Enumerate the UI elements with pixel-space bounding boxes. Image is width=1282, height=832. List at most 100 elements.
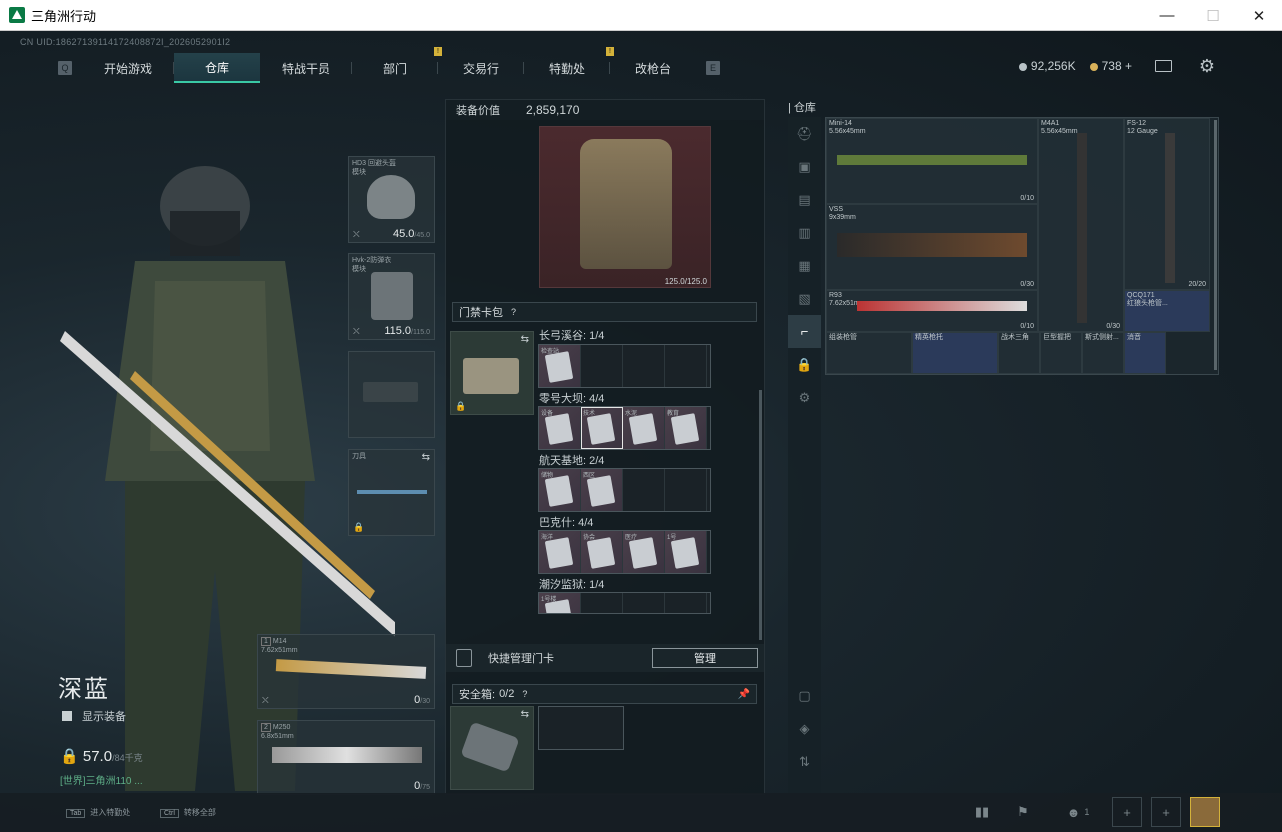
- keycard-row[interactable]: 设备 技术 水泥 教育: [538, 406, 711, 450]
- keycard-row[interactable]: 1号楼: [538, 592, 711, 614]
- nav-right-key[interactable]: E: [706, 61, 721, 75]
- knife-icon: [357, 490, 427, 494]
- stats-icon[interactable]: ▮▮: [967, 797, 997, 827]
- r93-icon: [857, 301, 1027, 311]
- tab-special-ops[interactable]: 特勤处!: [524, 47, 615, 83]
- coin-balance[interactable]: 92,256K: [1018, 59, 1076, 73]
- title-bar: 三角洲行动 — ☐ ✕: [0, 0, 1282, 31]
- add-teammate-button[interactable]: +: [1151, 797, 1181, 827]
- m4a1-icon: [1077, 133, 1087, 323]
- body-armor-item[interactable]: 125.0/125.0: [539, 126, 711, 288]
- weapon-item[interactable]: VSS 9x39mm 0/30: [826, 204, 1038, 290]
- attachment-item[interactable]: 组装枪管: [826, 332, 912, 374]
- mail-icon[interactable]: [1155, 60, 1172, 72]
- attachment-item[interactable]: 战术三角: [998, 332, 1040, 374]
- checkbox[interactable]: [62, 711, 72, 721]
- repair-icon: ⛌: [262, 695, 269, 705]
- scrollbar[interactable]: [1214, 120, 1217, 370]
- minimize-button[interactable]: —: [1144, 0, 1190, 31]
- safebox-icon: [460, 721, 520, 773]
- show-equipment-toggle[interactable]: 显示装备: [62, 708, 126, 724]
- weapon-item[interactable]: FS-12 12 Gauge 20/20: [1124, 118, 1210, 290]
- hint-special-ops[interactable]: Tab 进入特勤处: [66, 807, 130, 818]
- settings-filter-icon[interactable]: ⚙: [788, 381, 821, 414]
- weapon-item[interactable]: R93 7.62x51mm 0/10: [826, 290, 1038, 332]
- keycard-icon: [456, 649, 472, 667]
- warehouse-title: | 仓库: [788, 102, 816, 114]
- attachment-item[interactable]: 精英枪托: [912, 332, 998, 374]
- mini14-icon: [837, 155, 1027, 165]
- backpack-filter-icon[interactable]: ▤: [788, 183, 821, 216]
- attachment-item[interactable]: 斯式侧射...: [1082, 332, 1124, 374]
- attachment-item[interactable]: 巨型握把: [1040, 332, 1082, 374]
- swap-icon[interactable]: ⇆: [521, 709, 529, 720]
- scrollbar[interactable]: [759, 390, 762, 640]
- safebox-item[interactable]: ⇆: [450, 706, 534, 790]
- hint-transfer-all[interactable]: Ctrl 转移全部: [160, 807, 216, 818]
- currency-display: 92,256K 738 +: [1018, 59, 1132, 73]
- warehouse-sidebar: ⛑ ▣ ▤ ▥ ▦ ▧ ⌐ 🔒 ⚙ ▢ ◈ ⇅: [788, 117, 821, 795]
- settings-gear-icon[interactable]: ⚙: [1199, 56, 1215, 77]
- safebox-header: 安全箱: 0/2 ? 📌: [452, 684, 757, 704]
- helmet-slot[interactable]: HD3 回避头盔 模块 ⛌ 45.0/45.0: [348, 156, 435, 243]
- weapon-item[interactable]: QCQ171 红狼头枪管...: [1124, 290, 1210, 332]
- ticket-balance[interactable]: 738 +: [1089, 59, 1132, 73]
- close-button[interactable]: ✕: [1236, 0, 1282, 31]
- armor-filter-icon[interactable]: ▣: [788, 150, 821, 183]
- armor-slot[interactable]: Hvk-2防弹衣 模块 ⛌ 115.0/115.0: [348, 253, 435, 340]
- flag-icon[interactable]: ⚑: [1008, 797, 1038, 827]
- manage-button[interactable]: 管理: [652, 648, 758, 668]
- keycard-row[interactable]: 海洋 协会 医疗 1号: [538, 530, 711, 574]
- uid-text: CN UID:18627139114172408872I_2026052901I…: [20, 37, 231, 47]
- collection-icon[interactable]: ▢: [788, 679, 821, 712]
- tab-warehouse[interactable]: 仓库: [174, 53, 261, 83]
- tab-trade[interactable]: 交易行: [438, 53, 525, 83]
- sort-icon[interactable]: ⇅: [788, 745, 821, 778]
- maximize-button[interactable]: ☐: [1190, 0, 1236, 31]
- avatar[interactable]: [1190, 797, 1220, 827]
- keycard-pack-header: 门禁卡包?: [452, 302, 757, 322]
- primary-weapon-slot[interactable]: 1 M14 7.62x51mm ⛌ 0/30: [257, 634, 435, 709]
- add-teammate-button[interactable]: +: [1112, 797, 1142, 827]
- tab-operators[interactable]: 特战干员: [260, 53, 353, 83]
- weapon-filter-icon[interactable]: ⌐: [788, 315, 821, 348]
- team-icon[interactable]: ☻ 1: [1058, 797, 1098, 827]
- secondary-weapon-slot[interactable]: 2 M250 6.8x51mm 0/75: [257, 720, 435, 795]
- map-label: 潮汐监狱: 1/4: [539, 579, 605, 591]
- layers-icon[interactable]: ◈: [788, 712, 821, 745]
- repair-icon: ⛌: [353, 326, 360, 336]
- keycard-row[interactable]: 储物 西区: [538, 468, 711, 512]
- safebox-slot[interactable]: [538, 706, 624, 750]
- keycard-holder-icon: [463, 358, 519, 394]
- pistol-slot[interactable]: [348, 351, 435, 438]
- ticket-icon: [1089, 62, 1098, 71]
- swap-icon[interactable]: ⇆: [521, 334, 529, 345]
- pin-icon[interactable]: 📌: [738, 689, 750, 700]
- game-view: CN UID:18627139114172408872I_2026052901I…: [0, 31, 1282, 832]
- loadout-panel: 装备价值 2,859,170 125.0/125.0 门禁卡包? ⇆ 🔒 长弓溪…: [445, 99, 765, 795]
- tab-department[interactable]: 部门!: [352, 47, 443, 83]
- weight-icon: 🔒: [60, 748, 79, 765]
- weapon-item[interactable]: Mini-14 5.56x45mm 0/10: [826, 118, 1038, 204]
- helmet-filter-icon[interactable]: ⛑: [788, 117, 821, 150]
- fs12-icon: [1165, 133, 1175, 283]
- weapon-item[interactable]: M4A1 5.56x45mm 0/30: [1038, 118, 1124, 332]
- rig-filter-icon[interactable]: ▥: [788, 216, 821, 249]
- coin-icon: [514, 106, 522, 114]
- tab-gunsmith[interactable]: 改枪台: [610, 53, 696, 83]
- coin-icon: [1018, 62, 1027, 71]
- armor-vest-icon: [580, 139, 672, 269]
- swap-icon[interactable]: ⇆: [422, 452, 430, 463]
- medical-filter-icon[interactable]: ▦: [788, 249, 821, 282]
- melee-slot[interactable]: 刀具 ⇆ 🔒: [348, 449, 435, 536]
- keycard-case[interactable]: ⇆ 🔒: [450, 331, 534, 415]
- vss-icon: [837, 233, 1027, 257]
- ammo-filter-icon[interactable]: ▧: [788, 282, 821, 315]
- pistol-icon: [363, 382, 418, 402]
- tab-start-game[interactable]: 开始游戏: [82, 53, 175, 83]
- keycard-row[interactable]: 检查站: [538, 344, 711, 388]
- lock-filter-icon[interactable]: 🔒: [788, 348, 821, 381]
- nav-left-key[interactable]: Q: [58, 61, 72, 75]
- app-icon: [9, 7, 25, 23]
- attachment-item[interactable]: 消音: [1124, 332, 1166, 374]
